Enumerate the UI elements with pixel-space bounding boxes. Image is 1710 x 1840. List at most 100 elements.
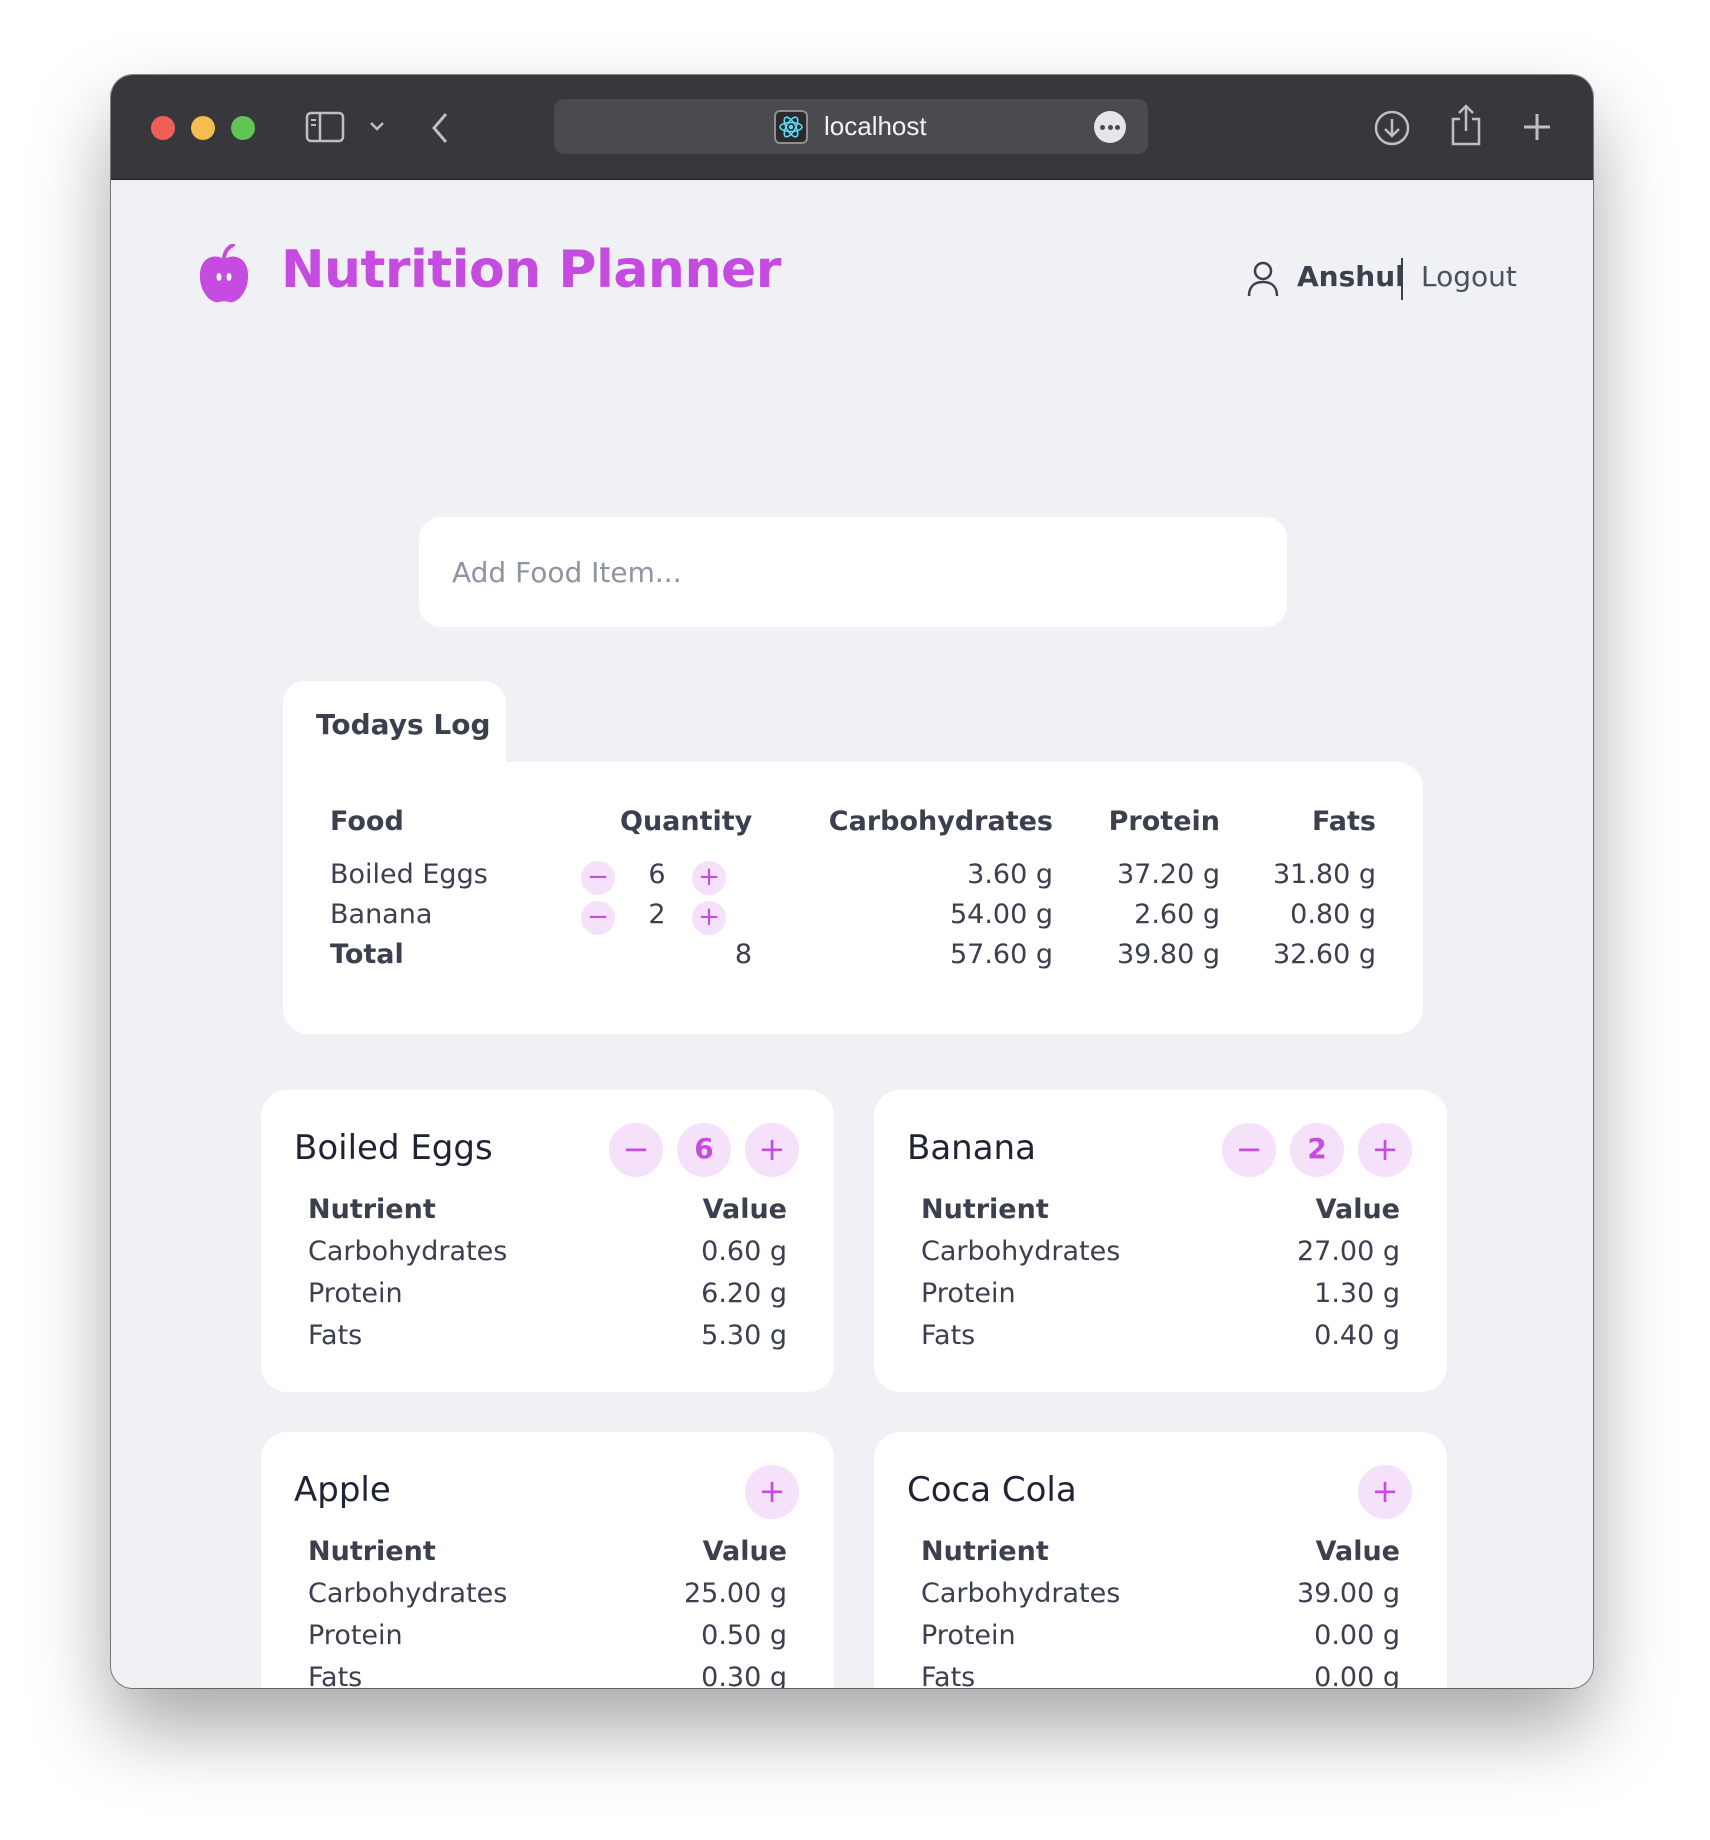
- sidebar-toggle-icon[interactable]: [305, 111, 345, 143]
- value-header: Value: [702, 1536, 787, 1567]
- column-header-fats: Fats: [1311, 806, 1376, 837]
- increase-quantity-button[interactable]: +: [745, 1123, 799, 1177]
- log-total-label: Total: [330, 939, 404, 970]
- nutrient-value: 0.60 g: [701, 1236, 787, 1267]
- food-card-title: Coca Cola: [907, 1470, 1077, 1510]
- nutrient-row: Protein 0.00 g: [921, 1620, 1400, 1662]
- apple-logo-icon: [199, 244, 249, 303]
- nutrient-header: Nutrient: [921, 1194, 1049, 1225]
- nutrient-value: 6.20 g: [701, 1278, 787, 1309]
- decrease-quantity-button[interactable]: −: [609, 1123, 663, 1177]
- address-text: localhost: [824, 111, 927, 141]
- log-row-food: Boiled Eggs: [330, 859, 488, 890]
- nutrient-row: Protein 6.20 g: [308, 1278, 787, 1320]
- nutrient-row: Fats 0.40 g: [921, 1320, 1400, 1362]
- nutrient-row: Protein 0.50 g: [308, 1620, 787, 1662]
- nutrient-row: Carbohydrates 27.00 g: [921, 1236, 1400, 1278]
- nutrient-name: Fats: [308, 1662, 363, 1688]
- more-options-icon[interactable]: [1094, 111, 1126, 143]
- log-row-quantity: 6: [648, 859, 666, 890]
- log-decrease-banana-button[interactable]: −: [581, 901, 615, 935]
- nutrient-name: Fats: [921, 1320, 976, 1351]
- log-total-protein: 39.80 g: [1116, 939, 1220, 970]
- column-header-carbohydrates: Carbohydrates: [828, 806, 1053, 837]
- chevron-down-icon[interactable]: [369, 120, 385, 132]
- browser-window: localhost Nutrition Planner Anshul Logou…: [111, 75, 1593, 1688]
- nutrient-header: Nutrient: [308, 1194, 436, 1225]
- log-decrease-boiled-eggs-button[interactable]: −: [581, 861, 615, 895]
- add-to-log-button[interactable]: +: [1358, 1465, 1412, 1519]
- nutrient-header-row: Nutrient Value: [308, 1536, 787, 1578]
- back-arrow-icon[interactable]: [429, 111, 451, 145]
- food-card-coca-cola: Coca Cola + Nutrient Value Carbohydrates…: [874, 1432, 1447, 1688]
- nutrient-value: 39.00 g: [1296, 1578, 1400, 1609]
- log-total-carbohydrates: 57.60 g: [949, 939, 1053, 970]
- nutrient-value: 0.30 g: [701, 1662, 787, 1688]
- log-increase-boiled-eggs-button[interactable]: +: [692, 861, 726, 895]
- nutrient-value: 0.50 g: [701, 1620, 787, 1651]
- add-to-log-button[interactable]: +: [745, 1465, 799, 1519]
- nutrient-value: 0.40 g: [1314, 1320, 1400, 1351]
- log-row-carbohydrates: 3.60 g: [967, 859, 1053, 890]
- todays-log-tab-label: Todays Log: [316, 708, 491, 741]
- nutrient-header-row: Nutrient Value: [308, 1194, 787, 1236]
- address-bar[interactable]: localhost: [554, 99, 1148, 154]
- app-title: Nutrition Planner: [281, 240, 781, 300]
- log-increase-banana-button[interactable]: +: [692, 901, 726, 935]
- user-icon: [1247, 261, 1279, 297]
- nutrient-header-row: Nutrient Value: [921, 1536, 1400, 1578]
- nutrient-name: Protein: [921, 1278, 1016, 1309]
- log-row-quantity: 2: [648, 899, 666, 930]
- nutrient-name: Carbohydrates: [308, 1578, 508, 1609]
- log-row-protein: 2.60 g: [1134, 899, 1220, 930]
- food-card-title: Apple: [294, 1470, 391, 1510]
- download-icon[interactable]: [1373, 109, 1411, 147]
- nutrient-name: Fats: [921, 1662, 976, 1688]
- decrease-quantity-button[interactable]: −: [1222, 1123, 1276, 1177]
- nutrient-header-row: Nutrient Value: [921, 1194, 1400, 1236]
- header-divider: [1401, 258, 1403, 300]
- nutrient-value: 1.30 g: [1314, 1278, 1400, 1309]
- zoom-window-button[interactable]: [231, 116, 255, 140]
- nutrient-header: Nutrient: [308, 1536, 436, 1567]
- value-header: Value: [702, 1194, 787, 1225]
- nutrient-row: Fats 5.30 g: [308, 1320, 787, 1362]
- increase-quantity-button[interactable]: +: [1358, 1123, 1412, 1177]
- nutrient-row: Fats 0.00 g: [921, 1662, 1400, 1688]
- nutrient-value: 5.30 g: [701, 1320, 787, 1351]
- share-icon[interactable]: [1449, 103, 1483, 147]
- nutrient-value: 0.00 g: [1314, 1662, 1400, 1688]
- log-row-carbohydrates: 54.00 g: [949, 899, 1053, 930]
- todays-log-table: Food Quantity Carbohydrates Protein Fats…: [283, 762, 1423, 1034]
- food-card-banana: Banana − 2 + Nutrient Value Carbohydrate…: [874, 1090, 1447, 1392]
- value-header: Value: [1315, 1536, 1400, 1567]
- column-header-food: Food: [330, 806, 404, 837]
- nutrient-name: Protein: [921, 1620, 1016, 1651]
- log-total-quantity: 8: [734, 939, 752, 970]
- nutrient-name: Fats: [308, 1320, 363, 1351]
- new-tab-plus-icon[interactable]: [1521, 111, 1553, 143]
- react-favicon-icon: [774, 110, 808, 144]
- nutrient-name: Protein: [308, 1278, 403, 1309]
- browser-titlebar: localhost: [111, 75, 1593, 180]
- close-window-button[interactable]: [151, 116, 175, 140]
- nutrient-value: 25.00 g: [683, 1578, 787, 1609]
- logout-link[interactable]: Logout: [1421, 260, 1517, 293]
- todays-log-tab[interactable]: Todays Log: [283, 681, 506, 765]
- nutrient-row: Protein 1.30 g: [921, 1278, 1400, 1320]
- nutrient-value: 0.00 g: [1314, 1620, 1400, 1651]
- quantity-badge: 2: [1290, 1123, 1344, 1177]
- column-header-protein: Protein: [1108, 806, 1220, 837]
- app-page: Nutrition Planner Anshul Logout Todays L…: [111, 180, 1593, 1688]
- minimize-window-button[interactable]: [191, 116, 215, 140]
- user-name: Anshul: [1297, 260, 1405, 293]
- nutrient-name: Carbohydrates: [308, 1236, 508, 1267]
- nutrient-name: Carbohydrates: [921, 1578, 1121, 1609]
- food-card-title: Boiled Eggs: [294, 1128, 493, 1168]
- log-row-food: Banana: [330, 899, 433, 930]
- food-card-boiled-eggs: Boiled Eggs − 6 + Nutrient Value Carbohy…: [261, 1090, 834, 1392]
- column-header-quantity: Quantity: [620, 806, 753, 837]
- log-row-fats: 0.80 g: [1290, 899, 1376, 930]
- add-food-search-input[interactable]: [419, 517, 1287, 627]
- nutrient-row: Carbohydrates 0.60 g: [308, 1236, 787, 1278]
